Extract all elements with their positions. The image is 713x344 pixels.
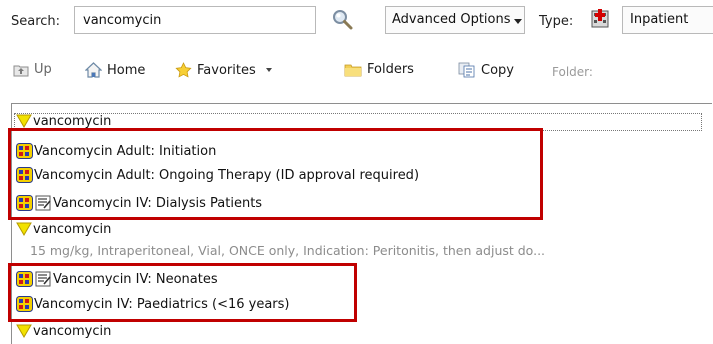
copy-label: Copy [481, 62, 514, 78]
advanced-options-label: Advanced Options [392, 12, 511, 27]
chevron-down-icon [265, 68, 272, 72]
favorites-button[interactable]: Favorites [175, 62, 279, 78]
up-label: Up [34, 62, 52, 77]
list-item-label: vancomycin [33, 221, 112, 237]
order-detail-text: 15 mg/kg, Intraperitoneal, Vial, ONCE on… [30, 242, 546, 258]
triangle-category-icon [16, 324, 32, 338]
folders-label: Folders [367, 62, 414, 77]
dropdown-arrow-icon [514, 19, 522, 24]
highlight-box-paediatric [8, 263, 357, 322]
favorites-label: Favorites [197, 62, 256, 78]
folders-button[interactable]: Folders [344, 62, 414, 77]
up-folder-icon [13, 65, 29, 76]
triangle-category-icon [16, 114, 32, 128]
folder-label: Folder: [552, 65, 593, 79]
list-item-detail[interactable]: 15 mg/kg, Intraperitoneal, Vial, ONCE on… [30, 239, 545, 261]
type-value: Inpatient [630, 12, 689, 27]
list-item-category[interactable]: vancomycin [16, 218, 111, 240]
folder-icon [344, 64, 362, 76]
list-item-category[interactable]: vancomycin [16, 320, 111, 342]
highlight-box-adult [8, 128, 543, 220]
advanced-options-dropdown[interactable]: Advanced Options [385, 6, 525, 34]
copy-button[interactable]: Copy [458, 62, 514, 78]
home-label: Home [107, 62, 146, 78]
home-button[interactable]: Home [85, 62, 145, 78]
triangle-category-icon [16, 222, 32, 236]
hospital-icon [591, 8, 609, 28]
search-label: Search: [11, 14, 61, 29]
list-item-label: vancomycin [33, 113, 112, 129]
home-icon [85, 62, 102, 78]
list-item-label: vancomycin [33, 323, 112, 339]
type-label: Type: [539, 14, 574, 29]
type-dropdown[interactable]: Inpatient [622, 6, 713, 34]
search-input[interactable] [74, 6, 316, 34]
magnifier-icon [333, 10, 353, 30]
star-icon [175, 62, 192, 78]
search-button[interactable] [330, 8, 354, 32]
copy-icon [458, 62, 475, 78]
up-button[interactable]: Up [13, 62, 52, 77]
